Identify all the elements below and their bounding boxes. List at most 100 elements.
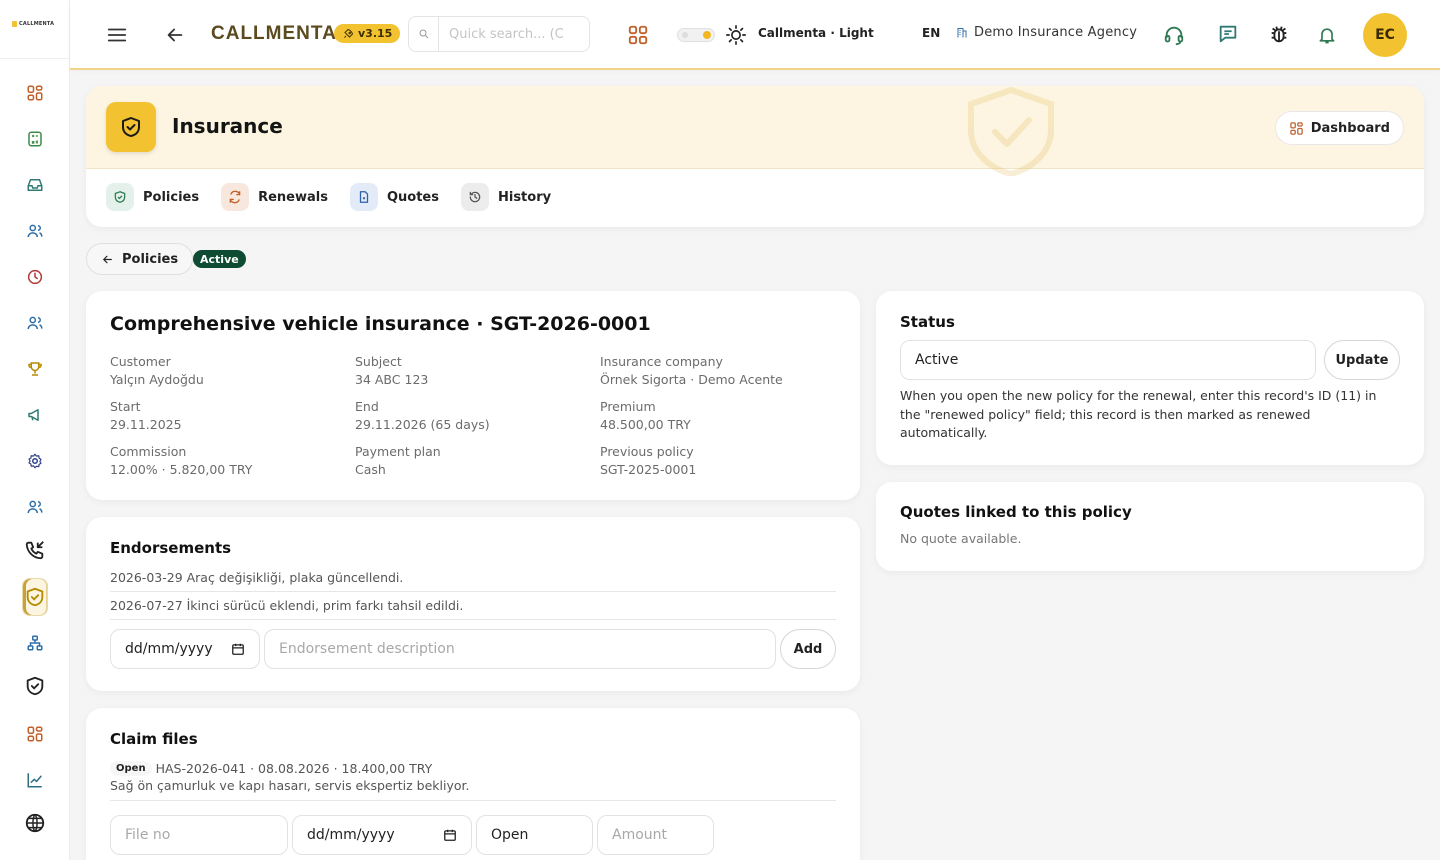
bell-icon (1319, 28, 1335, 44)
policy-fields: Customer Yalçın Aydoğdu Subject 34 ABC 123 I… (110, 353, 845, 479)
toggle-off-dot (682, 32, 688, 38)
calendar-icon[interactable] (231, 642, 245, 656)
claim-item[interactable]: Open HAS-2026-041 · 08.08.2026 · 18.400,… (110, 761, 836, 801)
tab-label: Quotes (386, 189, 439, 205)
policy-field-label: Previous policy (600, 444, 694, 459)
policy-field: End 29.11.2026 (65 days) (355, 398, 600, 434)
policy-field-value: 48.500,00 TRY (600, 417, 691, 432)
sidebar-item[interactable] (22, 172, 48, 198)
sidebar-item[interactable] (22, 356, 48, 382)
agency-selector[interactable]: Demo Insurance Agency (956, 25, 1137, 40)
trophy-icon (28, 362, 42, 376)
bug-report-button[interactable] (1268, 23, 1290, 45)
claim-summary-row: Open HAS-2026-041 · 08.08.2026 · 18.400,… (110, 761, 836, 776)
tab-quotes[interactable]: Quotes (349, 183, 439, 211)
policy-field-label: Premium (600, 399, 656, 414)
sidebar-item[interactable] (22, 494, 48, 520)
messages-button[interactable] (1217, 23, 1239, 45)
headset-icon (1164, 26, 1184, 46)
grid-icon (27, 85, 43, 101)
sidebar-item[interactable] (22, 578, 48, 616)
claim-summary: HAS-2026-041 · 08.08.2026 · 18.400,00 TR… (155, 761, 433, 776)
megaphone-icon (28, 409, 39, 421)
grid-icon (27, 726, 43, 742)
tab-history[interactable]: History (460, 183, 551, 211)
sidebar-item[interactable] (22, 810, 48, 836)
shield-check-icon (106, 183, 134, 211)
sidebar: CALLMENTA (0, 0, 70, 860)
calendar-icon[interactable] (443, 828, 457, 842)
rocket-icon (344, 28, 354, 38)
sidebar-item[interactable] (22, 673, 48, 699)
policy-field: Commission 12.00% · 5.820,00 TRY (110, 443, 355, 479)
sidebar-item[interactable] (22, 402, 48, 428)
sidebar-item[interactable] (22, 448, 48, 474)
status-select[interactable]: Active (900, 340, 1316, 380)
chat-icon (1219, 25, 1237, 43)
update-status-button[interactable]: Update (1324, 340, 1400, 380)
settings-icon (28, 453, 42, 469)
claim-amount-input[interactable]: Amount (597, 815, 714, 855)
policy-field-label: Payment plan (355, 444, 441, 459)
sidebar-item[interactable] (22, 310, 48, 336)
shield-watermark-icon (968, 86, 1054, 176)
search-icon[interactable] (409, 17, 439, 51)
arrow-left-icon (167, 28, 183, 42)
claim-date-input[interactable]: dd/mm/yyyy (292, 815, 472, 855)
notifications-button[interactable] (1317, 24, 1337, 46)
claim-description: Sağ ön çamurluk ve kapı hasarı, servis e… (110, 778, 470, 793)
claim-file-no-input[interactable]: File no (110, 815, 288, 855)
sidebar-item[interactable] (22, 721, 48, 747)
sidebar-item[interactable] (22, 80, 48, 106)
logo-text: CALLMENTA (19, 21, 55, 27)
grid-icon (1289, 121, 1303, 135)
theme-label[interactable]: Callmenta · Light (758, 26, 874, 40)
date-placeholder: dd/mm/yyyy (125, 641, 213, 657)
chart-line-icon (27, 773, 42, 788)
sidebar-item[interactable] (22, 767, 48, 793)
users-icon (27, 500, 43, 514)
policy-field: Start 29.11.2025 (110, 398, 355, 434)
status-badge: Active (193, 250, 246, 268)
apps-button[interactable] (627, 24, 649, 46)
sidebar-item[interactable] (22, 537, 48, 563)
version-badge: v3.15 (334, 24, 401, 43)
no-quotes-message: No quote available. (900, 531, 1022, 546)
policy-field-value: Örnek Sigorta · Demo Acente (600, 372, 783, 387)
shield-check-icon (26, 676, 44, 696)
endorsement-date-input[interactable]: dd/mm/yyyy (110, 629, 260, 669)
theme-toggle[interactable] (677, 28, 715, 42)
policy-field-value: 29.11.2025 (110, 417, 182, 432)
policy-field-value: Cash (355, 462, 386, 477)
back-to-policies-button[interactable]: Policies (86, 243, 194, 275)
add-endorsement-button[interactable]: Add (780, 629, 836, 669)
menu-button[interactable] (106, 24, 128, 46)
brand-name[interactable]: CALLMENTA (211, 23, 337, 45)
language-switcher[interactable]: EN (922, 26, 940, 40)
tab-renewals[interactable]: Renewals (221, 183, 328, 211)
renewal-note: When you open the new policy for the ren… (900, 388, 1377, 440)
support-button[interactable] (1163, 24, 1185, 46)
sidebar-item[interactable] (22, 126, 48, 152)
globe-icon (25, 813, 45, 833)
insurance-tabs: Policies Renewals Quotes History (106, 183, 551, 211)
back-nav-button[interactable] (164, 24, 186, 46)
claim-status-select[interactable]: Open (476, 815, 593, 855)
tab-policies[interactable]: Policies (106, 183, 199, 211)
sidebar-item[interactable] (22, 264, 48, 290)
date-placeholder: dd/mm/yyyy (307, 827, 395, 843)
sidebar-item[interactable] (22, 218, 48, 244)
policy-title: Comprehensive vehicle insurance · SGT-20… (110, 313, 651, 335)
insurance-header-card: Insurance Dashboard Policies Renewals Qu… (86, 86, 1424, 227)
policy-field-label: End (355, 399, 379, 414)
search-input[interactable] (449, 19, 589, 49)
user-avatar[interactable]: EC (1363, 13, 1407, 57)
dashboard-button[interactable]: Dashboard (1274, 111, 1404, 145)
policy-field: Insurance company Örnek Sigorta · Demo Ac… (600, 353, 845, 389)
arrow-left-icon (103, 255, 112, 263)
endorsement-description-input[interactable]: Endorsement description (264, 629, 776, 669)
logo-mark-icon (12, 21, 17, 27)
sidebar-logo[interactable]: CALLMENTA (12, 21, 54, 27)
sidebar-item[interactable] (22, 630, 48, 656)
theme-button[interactable] (725, 24, 747, 46)
